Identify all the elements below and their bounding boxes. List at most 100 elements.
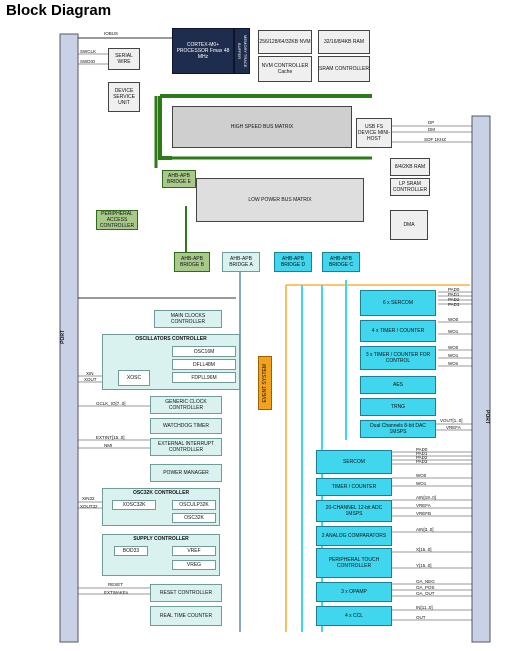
vref-label: VREF <box>187 548 201 554</box>
sercom-label: SERCOM <box>343 459 365 465</box>
bridge-d-label: AHB-APB BRIDGE D <box>280 256 306 268</box>
tcc3-won: WOn <box>448 361 459 366</box>
swclk-signal: SWCLK <box>80 49 97 54</box>
adc-label: 20-CHANNEL 12-bit ADC 1MSPS <box>325 505 383 517</box>
sercom6-block[interactable]: 6 x SERCOM <box>360 290 436 316</box>
bridge-e-block[interactable]: AHB-APB BRIDGE E <box>162 170 196 188</box>
opamp-block[interactable]: 3 x OPAMP <box>316 582 392 602</box>
low-power-bus-matrix[interactable]: LOW POWER BUS MATRIX <box>196 178 364 222</box>
fdpll96m-block[interactable]: FDPLL96M <box>172 372 236 383</box>
extwake-signal: EXTWAKEx <box>104 590 129 595</box>
eic-label: EXTERNAL INTERRUPT CONTROLLER <box>157 441 215 453</box>
bridge-a-block[interactable]: AHB-APB BRIDGE A <box>222 252 260 272</box>
vreg-label: VREG <box>186 562 202 568</box>
pac-block[interactable]: PERIPHERAL ACCESS CONTROLLER <box>96 210 138 230</box>
ac-ain: AIN[3..0] <box>416 527 434 532</box>
serial-wire-block[interactable]: SERIAL WIRE <box>108 48 140 70</box>
reset-signal: RESET <box>108 582 124 587</box>
gclk-block[interactable]: GENERIC CLOCK CONTROLLER <box>150 396 222 414</box>
bridge-b-block[interactable]: AHB-APB BRIDGE B <box>174 252 210 272</box>
eic-block[interactable]: EXTERNAL INTERRUPT CONTROLLER <box>150 438 222 456</box>
wdt-block[interactable]: WATCHDOG TIMER <box>150 418 222 434</box>
bod33-block[interactable]: BOD33 <box>114 546 148 556</box>
ram-block[interactable]: 32/16/8/4KB RAM <box>318 30 370 54</box>
main-clocks-block[interactable]: MAIN CLOCKS CONTROLLER <box>154 310 222 328</box>
dac-vout: VOUT[1..0] <box>440 418 463 423</box>
mtb-block[interactable]: MEMORY TRACE BUFFER <box>234 28 250 74</box>
event-system-label: EVENT SYSTEM <box>262 363 268 403</box>
ac-block[interactable]: 2 ANALOG COMPARATORS <box>316 526 392 546</box>
tc-label: TIMER / COUNTER <box>331 484 377 490</box>
osc32k-block[interactable]: OSC32K <box>172 513 216 523</box>
xin-signal: XIN <box>86 371 94 376</box>
tc-wo0: WO0 <box>416 473 427 478</box>
tc-block[interactable]: TIMER / COUNTER <box>316 478 392 496</box>
sercom-pad3: PAD3 <box>416 459 428 464</box>
reset-label: RESET CONTROLLER <box>159 590 213 596</box>
serial-wire-label: SERIAL WIRE <box>115 53 133 65</box>
usb-block[interactable]: USB FS DEVICE MINI-HOST <box>356 118 392 148</box>
ccl-out: OUT <box>416 615 426 620</box>
usb-dp-signal: DP <box>428 120 435 125</box>
adc-block[interactable]: 20-CHANNEL 12-bit ADC 1MSPS <box>316 500 392 522</box>
device-service-unit-block[interactable]: DEVICE SERVICE UNIT <box>108 82 140 112</box>
sercom-block[interactable]: SERCOM <box>316 450 392 474</box>
bridge-c-block[interactable]: AHB-APB BRIDGE C <box>322 252 360 272</box>
adc-vrefb: VREFB <box>416 511 432 516</box>
usb-dm-signal: DM <box>428 127 435 132</box>
connection-lines <box>59 33 491 643</box>
dfll48m-block[interactable]: DFLL48M <box>172 359 236 370</box>
ptc-block[interactable]: PERIPHERAL TOUCH CONTROLLER <box>316 548 392 578</box>
dma-label: DMA <box>403 222 415 228</box>
bridge-c-label: AHB-APB BRIDGE C <box>328 256 354 268</box>
iobus-label: IOBUS <box>104 31 119 36</box>
gclk-label: GENERIC CLOCK CONTROLLER <box>165 399 207 411</box>
ccl-label: 4 x CCL <box>344 613 364 619</box>
nvm-block[interactable]: 256/128/64/32KB NVM <box>258 30 312 54</box>
tcc3-block[interactable]: 3 x TIMER / COUNTER FOR CONTROL <box>360 346 436 370</box>
nvm-controller-block[interactable]: NVM CONTROLLER Cache <box>258 56 312 82</box>
vref-block[interactable]: VREF <box>172 546 216 556</box>
tc4-wo1: WO1 <box>448 329 459 334</box>
tcc3-label: 3 x TIMER / COUNTER FOR CONTROL <box>365 352 431 364</box>
osculp32k-block[interactable]: OSCULP32K <box>172 500 216 510</box>
xin32-signal: XIN32 <box>82 496 95 501</box>
ccl-block[interactable]: 4 x CCL <box>316 606 392 626</box>
fdpll96m-label: FDPLL96M <box>191 374 217 381</box>
port-right-label: PORT <box>484 410 490 424</box>
event-system-block[interactable]: EVENT SYSTEM <box>258 356 272 410</box>
dma-block[interactable]: DMA <box>390 210 428 240</box>
xosc32k-block[interactable]: XOSC32K <box>112 500 156 510</box>
lp-sram-controller-block[interactable]: LP SRAM CONTROLLER <box>390 178 430 196</box>
osc32k-label: OSC32K <box>184 515 204 521</box>
lp-ram-block[interactable]: 8/4/2KB RAM <box>390 158 430 176</box>
osculp32k-label: OSCULP32K <box>179 502 209 508</box>
ccl-in: IN[11..0] <box>416 605 433 610</box>
vreg-block[interactable]: VREG <box>172 560 216 570</box>
xout-signal: XOUT <box>84 377 97 382</box>
xosc-block[interactable]: XOSC <box>118 370 150 386</box>
bridge-d-block[interactable]: AHB-APB BRIDGE D <box>274 252 312 272</box>
trng-label: TRNG <box>390 404 406 410</box>
sercom6-label: 6 x SERCOM <box>382 300 413 306</box>
tc4-block[interactable]: 4 x TIMER / COUNTER <box>360 320 436 342</box>
nmi-signal: NMI <box>104 443 113 448</box>
trng-block[interactable]: TRNG <box>360 398 436 416</box>
power-manager-block[interactable]: POWER MANAGER <box>150 464 222 482</box>
usb-sof-signal: SOF 1KHZ <box>424 137 447 142</box>
cpu-label: CORTEX-M0+ PROCESSOR Fmax 48 MHz <box>176 42 230 60</box>
reset-controller-block[interactable]: RESET CONTROLLER <box>150 584 222 602</box>
cpu-block[interactable]: CORTEX-M0+ PROCESSOR Fmax 48 MHz <box>172 28 234 74</box>
high-speed-bus-matrix[interactable]: HIGH SPEED BUS MATRIX <box>172 106 352 148</box>
osc-ctrl-label: OSCILLATORS CONTROLLER <box>135 336 207 342</box>
lp-sram-label: LP SRAM CONTROLLER <box>392 181 428 193</box>
osc32k-ctrl-label: OSC32K CONTROLLER <box>132 490 190 496</box>
osc16m-block[interactable]: OSC16M <box>172 346 236 357</box>
dac-block[interactable]: Dual Channels 8-bit DAC 1MSPS <box>360 420 436 438</box>
aes-block[interactable]: AES <box>360 376 436 394</box>
rtc-block[interactable]: REAL TIME COUNTER <box>150 606 222 626</box>
xosc32k-label: XOSC32K <box>122 502 146 508</box>
dac-vrefa: VREFA <box>446 425 461 430</box>
sram-controller-block[interactable]: SRAM CONTROLLER <box>318 56 370 82</box>
tcc3-wo1: WO1 <box>448 353 459 358</box>
